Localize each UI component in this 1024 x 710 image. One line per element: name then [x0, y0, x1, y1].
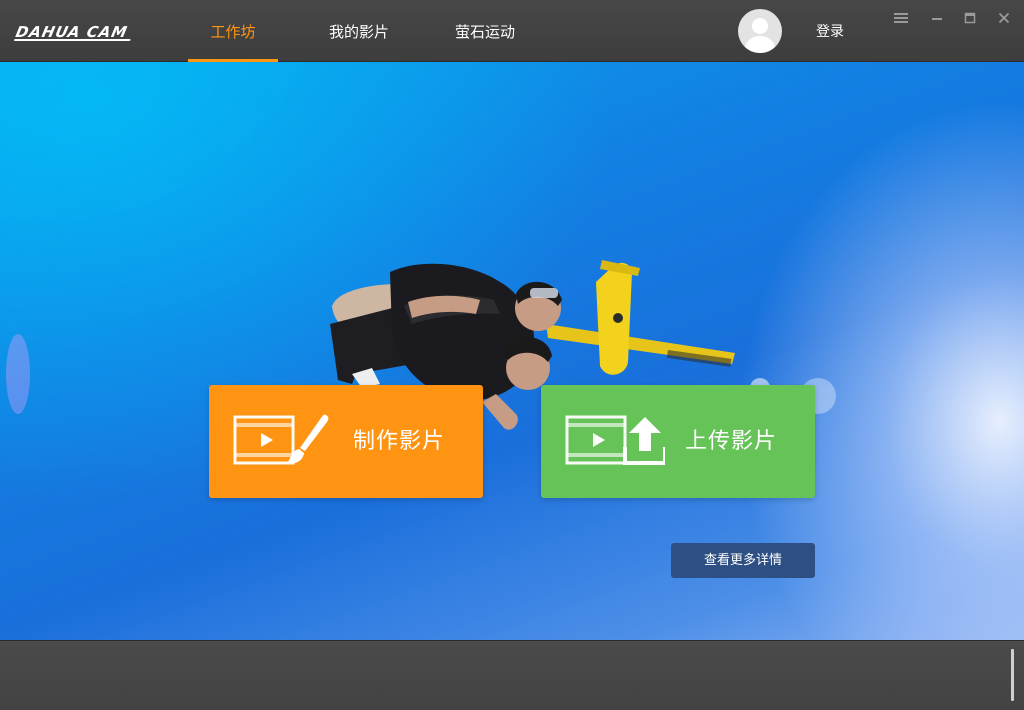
user-icon: [744, 18, 776, 53]
tab-my-videos[interactable]: 我的影片: [316, 0, 402, 62]
bottom-bar: [0, 640, 1024, 710]
film-upload-icon: [565, 415, 665, 465]
resize-handle[interactable]: [1011, 649, 1014, 701]
upload-video-label: 上传影片: [685, 429, 778, 454]
tab-ezviz-sports[interactable]: 萤石运动: [444, 0, 526, 62]
airplane-shape: [546, 260, 735, 375]
upload-video-button[interactable]: 上传影片: [541, 385, 815, 498]
close-icon: [998, 12, 1010, 24]
tab-workshop[interactable]: 工作坊: [188, 0, 278, 62]
minimize-button[interactable]: [925, 6, 949, 30]
make-video-button[interactable]: 制作影片: [209, 385, 483, 498]
hero-banner: 制作影片 上传影片 查看更多详情: [0, 62, 1024, 640]
maximize-icon: [964, 12, 976, 24]
skydiving-image: [6, 260, 836, 430]
title-bar: DAHUA CAM 工作坊 我的影片 萤石运动 登录: [0, 0, 1024, 62]
minimize-icon: [932, 18, 942, 20]
more-details-button[interactable]: 查看更多详情: [671, 543, 815, 578]
maximize-button[interactable]: [958, 6, 982, 30]
menu-button[interactable]: [889, 6, 913, 30]
avatar[interactable]: [738, 9, 782, 53]
login-button[interactable]: 登录: [806, 0, 854, 62]
make-video-label: 制作影片: [353, 429, 446, 454]
menu-icon: [894, 13, 908, 23]
close-button[interactable]: [992, 6, 1016, 30]
app-logo: DAHUA CAM: [14, 22, 134, 42]
film-brush-icon: [233, 414, 329, 465]
